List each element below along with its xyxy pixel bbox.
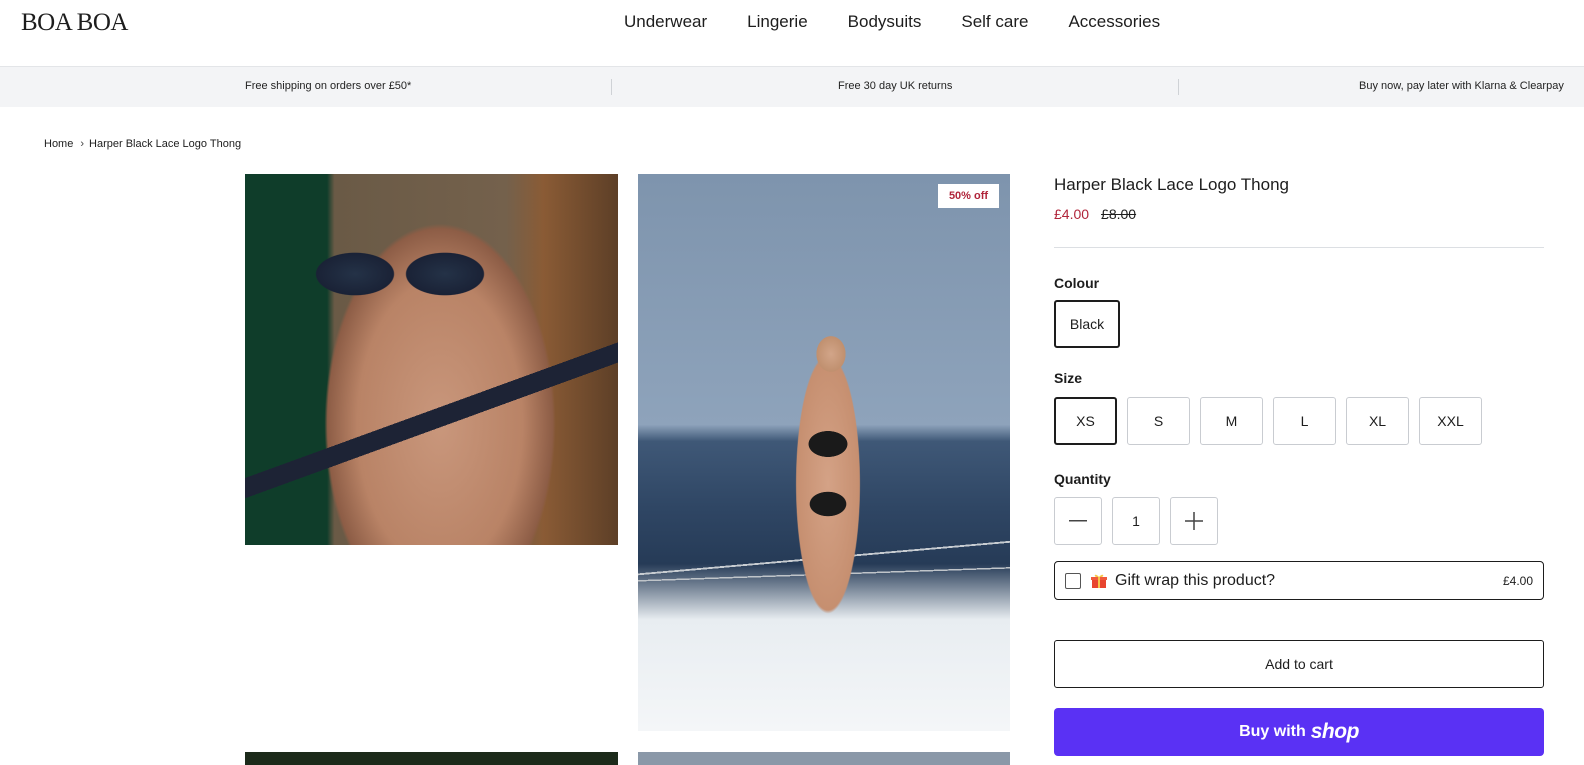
model-figure <box>783 284 873 654</box>
gift-icon <box>1091 573 1107 589</box>
shop-pay-prefix: Buy with <box>1239 723 1306 740</box>
announcement-divider <box>611 79 612 95</box>
size-option-xl[interactable]: XL <box>1346 397 1409 445</box>
quantity-increase-button[interactable] <box>1170 497 1218 545</box>
sale-price: £4.00 <box>1054 206 1090 222</box>
nav-item-lingerie[interactable]: Lingerie <box>747 12 808 32</box>
product-image-2[interactable] <box>638 174 1010 731</box>
size-option-m[interactable]: M <box>1200 397 1263 445</box>
add-to-cart-button[interactable]: Add to cart <box>1054 640 1544 688</box>
gift-wrap-label: Gift wrap this product? <box>1115 571 1276 589</box>
announcement-klarna: Buy now, pay later with Klarna & Clearpa… <box>1359 80 1564 92</box>
colour-label: Colour <box>1054 275 1100 291</box>
quantity-input[interactable]: 1 <box>1112 497 1160 545</box>
announcement-shipping: Free shipping on orders over £50* <box>245 80 412 92</box>
plus-icon <box>1185 512 1203 530</box>
site-logo[interactable]: BOA BOA <box>21 9 128 37</box>
product-image-4[interactable] <box>638 752 1010 765</box>
discount-badge: 50% off <box>938 184 999 208</box>
nav-item-self-care[interactable]: Self care <box>961 12 1028 32</box>
breadcrumb-home[interactable]: Home <box>44 138 73 150</box>
gift-wrap-price: £4.00 <box>1502 573 1533 588</box>
nav-item-bodysuits[interactable]: Bodysuits <box>848 12 922 32</box>
gift-wrap-checkbox[interactable] <box>1065 572 1081 589</box>
breadcrumb: Home › Harper Black Lace Logo Thong <box>44 138 241 150</box>
product-price: £4.00 £8.00 <box>1054 206 1136 222</box>
minus-icon <box>1069 520 1087 522</box>
size-label: Size <box>1054 370 1083 386</box>
size-option-s[interactable]: S <box>1127 397 1190 445</box>
product-image-3[interactable] <box>245 752 618 765</box>
breadcrumb-current: Harper Black Lace Logo Thong <box>89 138 242 150</box>
quantity-decrease-button[interactable] <box>1054 497 1102 545</box>
nav-item-accessories[interactable]: Accessories <box>1068 12 1160 32</box>
size-option-l[interactable]: L <box>1273 397 1336 445</box>
site-header: BOA BOA Underwear Lingerie Bodysuits Sel… <box>0 0 1584 67</box>
announcement-bar: Free shipping on orders over £50* Free 3… <box>0 67 1584 107</box>
announcement-divider <box>1178 79 1179 95</box>
size-option-xs[interactable]: XS <box>1054 397 1117 445</box>
chevron-right-icon: › <box>80 138 85 150</box>
price-divider <box>1054 247 1544 248</box>
announcement-returns: Free 30 day UK returns <box>838 80 953 92</box>
gift-wrap-option[interactable]: Gift wrap this product? £4.00 <box>1054 561 1544 600</box>
colour-option-black[interactable]: Black <box>1054 300 1120 348</box>
main-nav: Underwear Lingerie Bodysuits Self care A… <box>624 12 1200 32</box>
product-title: Harper Black Lace Logo Thong <box>1054 175 1290 194</box>
nav-item-underwear[interactable]: Underwear <box>624 12 707 32</box>
buy-with-shop-button[interactable]: Buy with shop <box>1054 708 1544 756</box>
quantity-label: Quantity <box>1054 471 1111 487</box>
size-option-xxl[interactable]: XXL <box>1419 397 1482 445</box>
shop-logo: shop <box>1310 720 1360 743</box>
product-image-1[interactable] <box>245 174 618 545</box>
original-price: £8.00 <box>1101 206 1137 222</box>
